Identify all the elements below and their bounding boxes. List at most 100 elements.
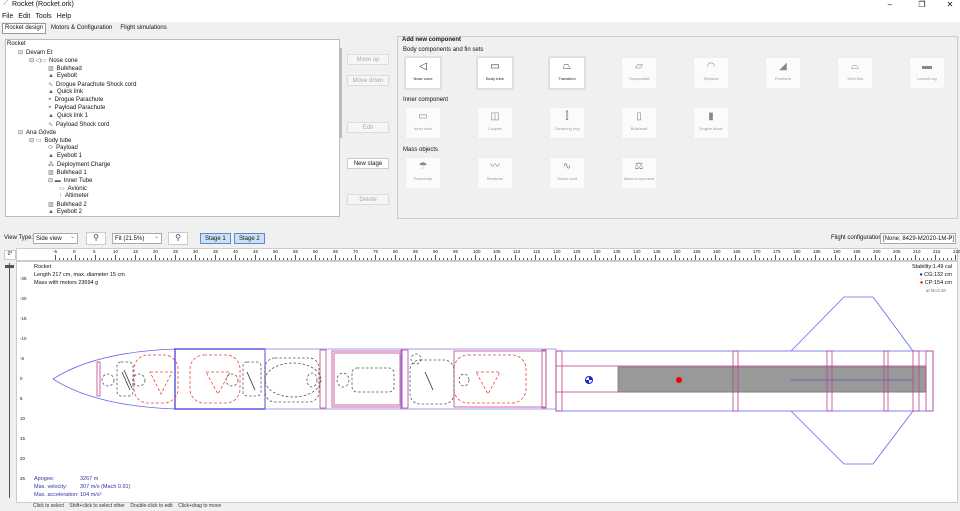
tree-item[interactable]: ▲ Quick link <box>48 89 83 95</box>
tree-item[interactable]: ⊟ Ana Gövde <box>18 129 56 136</box>
add-freeform-button[interactable]: ◢ Freeform <box>765 57 801 89</box>
add-coupler-button[interactable]: ◫ Coupler <box>477 107 513 139</box>
tree-item[interactable]: ⁂ Deployment Charge <box>48 161 110 168</box>
tree-item[interactable]: ▲ Eyebolt 2 <box>48 209 82 215</box>
zoom-in-icon[interactable]: ⚲ <box>86 232 106 245</box>
component-icon: ▲ <box>48 209 54 215</box>
ruler-tick <box>551 258 552 260</box>
ruler-tick <box>675 255 676 260</box>
tree-item[interactable]: ▥ Bulkhead 2 <box>48 201 87 208</box>
rocket-figure[interactable] <box>16 261 958 503</box>
ruler-tick <box>371 258 372 260</box>
add-centering-ring-button[interactable]: ⫿ Centering ring <box>549 107 585 139</box>
maximize-button[interactable]: ❐ <box>912 0 932 9</box>
ruler-tick <box>391 258 392 260</box>
ruler-tick <box>191 258 192 260</box>
add-inner-tube-button[interactable]: ▭ Inner tube <box>405 107 441 139</box>
add-bulkhead-button[interactable]: ▯ Bulkhead <box>621 107 657 139</box>
component-label: Freeform <box>774 76 792 81</box>
view-type-select[interactable]: Side view <box>33 232 78 244</box>
delete-button[interactable]: Delete <box>347 194 389 205</box>
component-icon: ⊟ ▭ <box>29 138 42 144</box>
tab-motors-configuration[interactable]: Motors & Configuration <box>48 23 115 34</box>
tree-scrollbar[interactable] <box>339 48 342 138</box>
ruler-tick <box>835 255 836 260</box>
rotation-slider-handle[interactable] <box>5 265 14 268</box>
ruler-tick <box>583 258 584 260</box>
tree-item[interactable]: ▲ Eyebolt 1 <box>48 153 82 159</box>
rotation-slider[interactable] <box>9 263 10 498</box>
ruler-tick <box>891 258 892 260</box>
menu-tools[interactable]: Tools <box>35 13 51 20</box>
add-body-tube-button[interactable]: ▭ Body tube <box>477 57 513 89</box>
zoom-select[interactable]: Fit (21.5%) <box>112 232 162 244</box>
close-button[interactable]: ✕ <box>940 0 960 9</box>
tree-item[interactable]: ⬭ Payload <box>48 145 78 152</box>
tree-item-label: Bulkhead 2 <box>56 202 87 208</box>
tree-item[interactable]: ⊟ ▭ Body tube <box>29 137 71 144</box>
ruler-tick <box>611 258 612 260</box>
tree-item[interactable]: ◓ Payload Parachute <box>48 105 105 111</box>
ruler-tick <box>787 258 788 260</box>
component-icon: ⬭ <box>48 145 54 151</box>
add-shock-cord-button[interactable]: ∿ Shock cord <box>549 157 585 189</box>
add-engine-block-button[interactable]: ▮ Engine block <box>693 107 729 139</box>
zoom-out-icon[interactable]: ⚲ <box>168 232 188 245</box>
edit-button[interactable]: Edit <box>347 122 389 133</box>
add-trapezoidal-button[interactable]: ⏥ Trapezoidal <box>621 57 657 89</box>
add-launch-lug-button[interactable]: ▬ Launch lug <box>909 57 945 89</box>
ruler-tick <box>843 258 844 260</box>
component-tree[interactable]: Rocket ⊟ Devam Et ⊟ ◁▭ Nose cone ▥ Bulkhead ▲ Ey… <box>5 39 340 217</box>
menu-help[interactable]: Help <box>57 13 71 20</box>
flight-config-select[interactable]: [None; 8429-M2020-1M-P] <box>880 232 956 244</box>
add-nose-cone-button[interactable]: ◁ Nose cone <box>405 57 441 89</box>
tree-item-label: Altimeter <box>65 193 89 199</box>
ruler-tick <box>547 258 548 260</box>
component-icon: ⊟ <box>18 50 24 56</box>
tree-item[interactable]: ▥ Bulkhead <box>48 65 82 72</box>
add-parachute-button[interactable]: ☂ Parachute <box>405 157 441 189</box>
ruler-label: 20 <box>153 249 159 254</box>
ruler-label: 0 <box>73 249 76 254</box>
tree-item[interactable]: ↑ Altimeter <box>59 193 89 199</box>
ruler-tick <box>463 258 464 260</box>
tree-item[interactable]: ∿ Drogue Parachute Shock cord <box>48 81 136 88</box>
tab-flight-simulations[interactable]: Flight simulations <box>117 23 169 34</box>
ruler-tick <box>67 258 68 260</box>
tab-rocket-design[interactable]: Rocket design <box>2 23 47 34</box>
tree-item[interactable]: ▲ Eyebolt <box>48 73 77 79</box>
stage-2-toggle[interactable]: Stage 2 <box>234 233 265 244</box>
ruler-label: -5 <box>53 249 58 254</box>
tree-item[interactable]: Rocket <box>7 41 26 47</box>
add-transition-button[interactable]: ⏢ Transition <box>549 57 585 89</box>
tree-item[interactable]: ⊟ Devam Et <box>18 49 52 56</box>
menu-file[interactable]: File <box>2 13 13 20</box>
ruler-tick <box>799 258 800 260</box>
add-streamer-button[interactable]: 〰 Streamer <box>477 157 513 189</box>
add-mass-component-button[interactable]: ⚖ Mass component <box>621 157 657 189</box>
ruler-tick <box>491 258 492 260</box>
ruler-label: 80 <box>393 249 399 254</box>
menu-edit[interactable]: Edit <box>18 13 30 20</box>
tree-item[interactable]: ▥ Bulkhead 1 <box>48 169 87 176</box>
ruler-tick <box>307 258 308 260</box>
tree-item[interactable]: ▲ Quick link 1 <box>48 113 88 119</box>
tree-item[interactable]: ▭ Avionic <box>59 185 87 192</box>
ruler-tick <box>527 258 528 260</box>
tree-item[interactable]: ⊟ ▬ Inner Tube <box>48 177 92 184</box>
move-up-button[interactable]: Move up <box>347 54 389 65</box>
tree-item[interactable]: ◓ Drogue Parachute <box>48 97 103 103</box>
new-stage-button[interactable]: New stage <box>347 158 389 169</box>
minimize-button[interactable]: – <box>880 0 900 9</box>
add-tube-fins-button[interactable]: ⌓ Tube fins <box>837 57 873 89</box>
stage-1-toggle[interactable]: Stage 1 <box>200 233 231 244</box>
add-elliptical-button[interactable]: ◠ Elliptical <box>693 57 729 89</box>
ruler-tick <box>483 258 484 260</box>
ruler-tick <box>795 255 796 260</box>
ruler-tick <box>747 258 748 260</box>
move-down-button[interactable]: Move down <box>347 75 389 86</box>
ruler-tick <box>375 255 376 260</box>
ruler-label: 65 <box>333 249 339 254</box>
tree-item[interactable]: ⊟ ◁▭ Nose cone <box>29 57 78 64</box>
tree-item[interactable]: ∿ Payload Shock cord <box>48 121 109 128</box>
